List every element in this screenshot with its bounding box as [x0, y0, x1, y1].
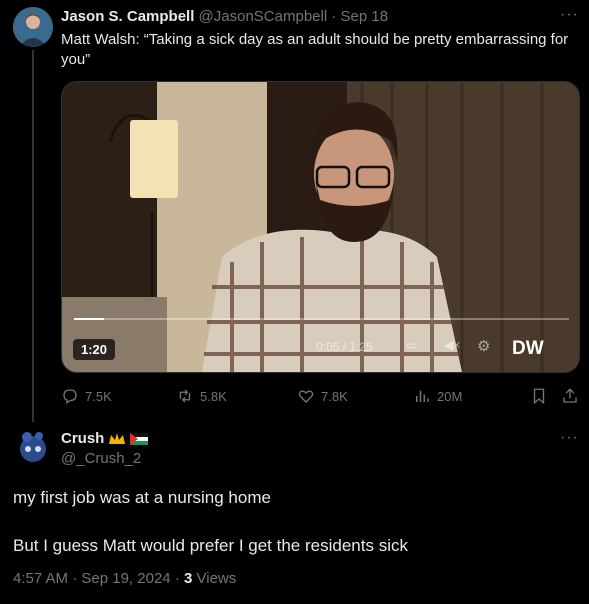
meta-separator-2: · [174, 570, 180, 587]
tweet-header: Jason S. Campbell @JasonSCampbell · Sep … [61, 8, 388, 25]
view-count: 20M [437, 388, 463, 404]
video-duration-badge: 1:20 [73, 339, 116, 360]
analytics-icon [416, 390, 429, 402]
reply-author-avatar[interactable] [13, 427, 53, 467]
settings-icon[interactable]: ⚙ [477, 337, 490, 355]
video-elapsed-time: 0:05 / 1:25 [316, 340, 373, 354]
author-name[interactable]: Jason S. Campbell [61, 8, 194, 25]
tweet-text: Matt Walsh: “Taking a sick day as an adu… [61, 31, 569, 68]
meta-separator: · [72, 570, 78, 587]
reply-author-name[interactable]: Crush [61, 430, 104, 447]
captions-icon[interactable]: ▭ [406, 338, 417, 352]
reply-count: 7.5K [85, 388, 112, 404]
bookmark-icon [533, 388, 545, 405]
reply-action[interactable]: 7.5K [61, 387, 112, 405]
reply-date[interactable]: Sep 19, 2024 [81, 570, 170, 587]
reply-text: my first job was at a nursing home But I… [13, 486, 573, 558]
reply-author-name-row: Crush [61, 430, 149, 447]
reply-icon [63, 389, 77, 405]
heart-icon [298, 390, 314, 403]
reply-time[interactable]: 4:57 AM [13, 570, 68, 587]
author-handle[interactable]: @JasonSCampbell [199, 8, 328, 25]
repost-action[interactable]: 5.8K [176, 387, 227, 405]
header-separator: · [331, 8, 337, 25]
author-avatar[interactable] [13, 7, 53, 47]
avatar-character [13, 427, 53, 467]
like-action[interactable]: 7.8K [297, 387, 348, 405]
reply-text-line-1: my first job was at a nursing home [13, 488, 271, 507]
video-progress-fill [74, 318, 104, 320]
volume-icon[interactable]: ◀× [444, 338, 460, 352]
palestine-flag-icon [130, 432, 149, 445]
crown-emoji-icon [109, 432, 126, 444]
video-frame [62, 82, 579, 372]
reply-text-line-2: But I guess Matt would prefer I get the … [13, 536, 408, 555]
repost-count: 5.8K [200, 388, 227, 404]
avatar-portrait [13, 7, 53, 47]
repost-icon [179, 389, 191, 403]
reply-meta: 4:57 AM · Sep 19, 2024 · 3 Views [13, 570, 236, 587]
dw-logo: DW [512, 338, 544, 359]
video-player[interactable]: 1:20 0:05 / 1:25 ▭ ◀× ⚙ DW [61, 81, 580, 373]
video-progress-track[interactable] [74, 318, 569, 320]
thread-connector-line [32, 50, 34, 422]
reply-author-handle[interactable]: @_Crush_2 [61, 450, 141, 467]
share-button[interactable] [561, 387, 579, 405]
tweet-date[interactable]: Sep 18 [341, 8, 389, 25]
share-icon [563, 388, 577, 403]
more-options-icon[interactable]: ··· [560, 6, 579, 24]
reply-more-options-icon[interactable]: ··· [560, 429, 579, 447]
like-count: 7.8K [321, 388, 348, 404]
bookmark-button[interactable] [530, 387, 548, 405]
reply-views-label: Views [196, 570, 237, 587]
reply-view-count: 3 [183, 570, 193, 587]
views-action[interactable]: 20M [413, 387, 462, 405]
